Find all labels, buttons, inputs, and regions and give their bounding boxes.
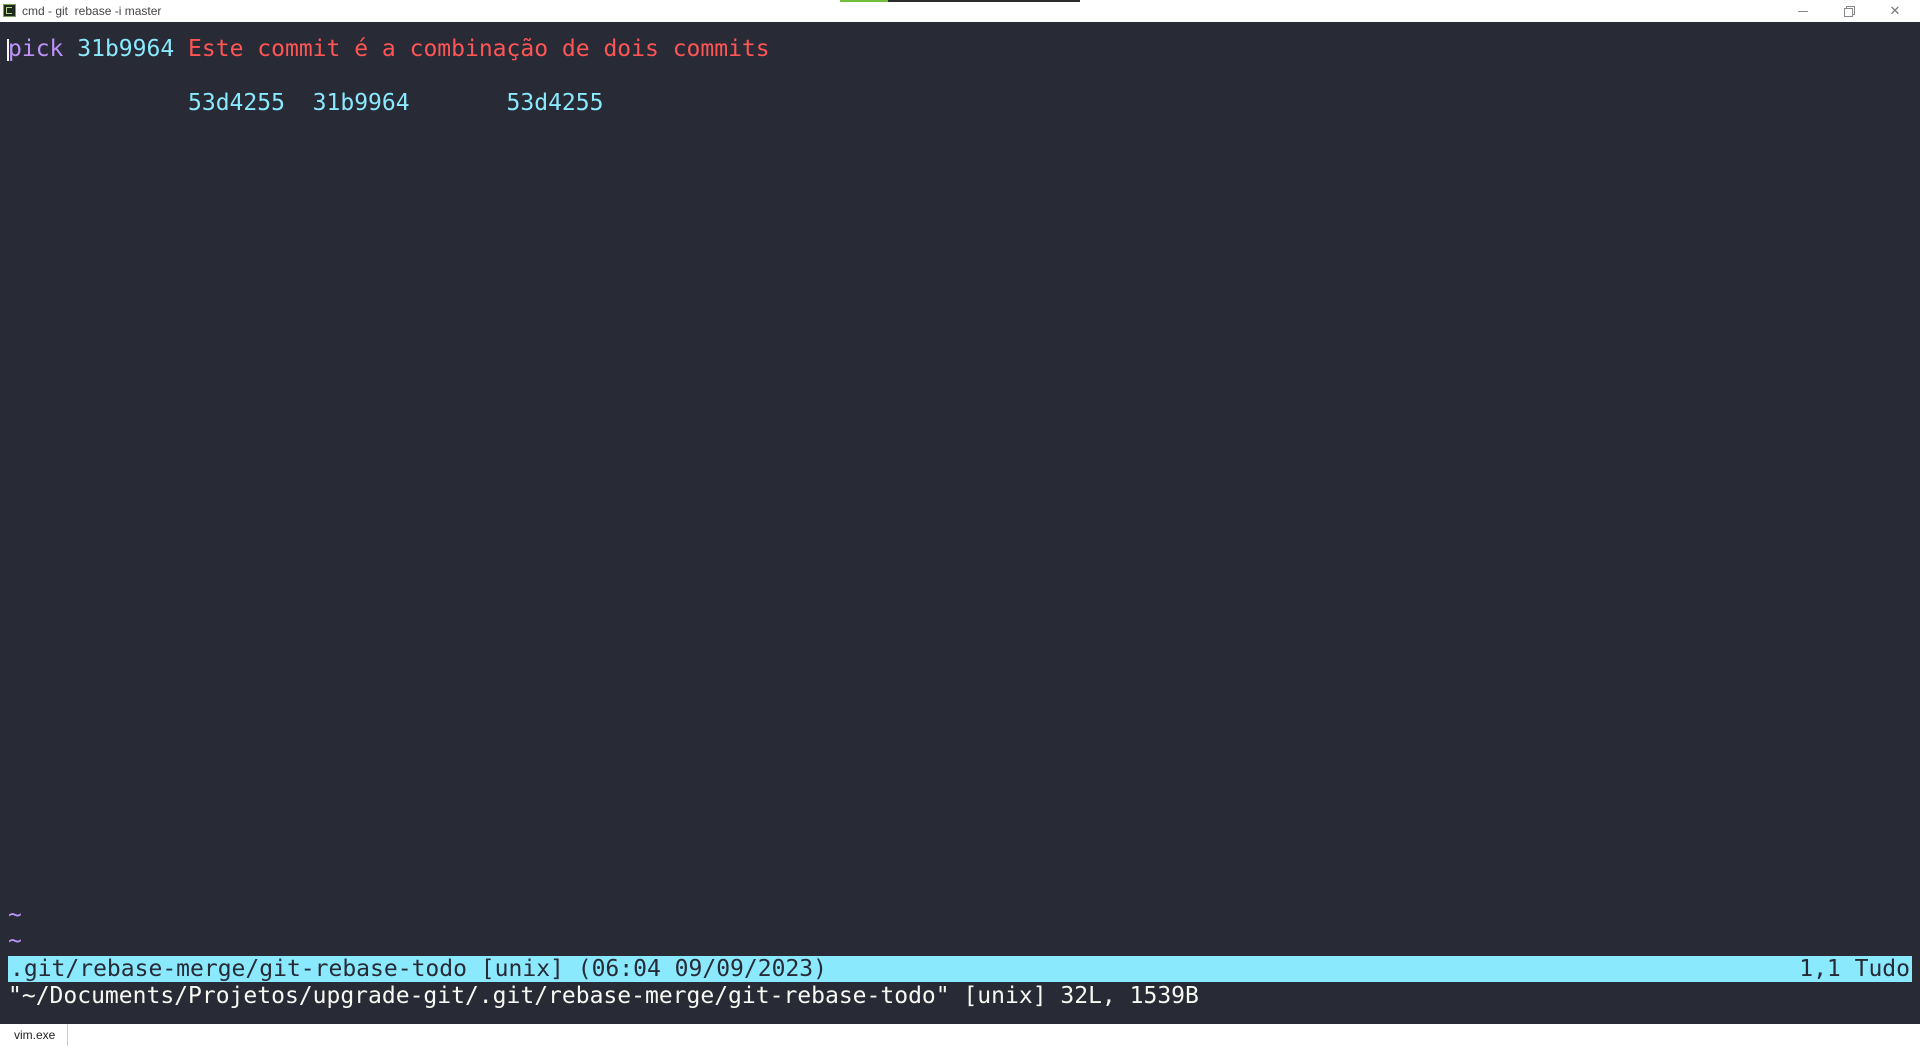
empty-line-marker: ~ [8, 928, 22, 954]
window-titlebar[interactable]: cmd - git rebase -i master ✕ [0, 0, 1920, 22]
window-title: cmd - git rebase -i master [22, 4, 162, 18]
vim-statusline: .git/rebase-merge/git-rebase-todo [unix]… [8, 956, 1912, 982]
commit-hash-a: 53d4255 [188, 90, 285, 116]
restore-icon [1844, 6, 1855, 17]
commit-message: Este commit é a combinação de dois commi… [188, 36, 770, 62]
commit-hash: 31b9964 [77, 36, 175, 62]
console-tab-bar: vim.exe [0, 1024, 1920, 1048]
rebase-command: pick [6, 36, 64, 62]
empty-line-marker: ~ [8, 902, 22, 928]
commit-hash-b: 31b9964 [312, 90, 410, 116]
statusline-file: .git/rebase-merge/git-rebase-todo [unix]… [10, 956, 827, 982]
minimize-icon [1798, 10, 1808, 12]
vim-editor[interactable]: pick 31b9964 Este commit é a combinação … [0, 22, 1920, 1024]
rebase-todo-line[interactable]: pick 31b9964 Este commit é a combinação … [6, 36, 770, 63]
minimize-button[interactable] [1780, 0, 1826, 22]
statusline-position: 1,1 Tudo [1799, 956, 1910, 982]
close-icon: ✕ [1889, 3, 1901, 18]
commit-hash-c: 53d4255 [506, 90, 604, 116]
vim-message-line: "~/Documents/Projetos/upgrade-git/.git/r… [8, 983, 1199, 1009]
tab-vim[interactable]: vim.exe [2, 1024, 69, 1046]
hash-line[interactable]: 53d4255 31b9964 53d4255 [8, 90, 603, 117]
close-button[interactable]: ✕ [1872, 0, 1918, 22]
tab-strip[interactable] [840, 0, 1080, 2]
active-tab-indicator [840, 0, 888, 2]
console-icon [3, 4, 16, 17]
restore-button[interactable] [1826, 0, 1872, 22]
